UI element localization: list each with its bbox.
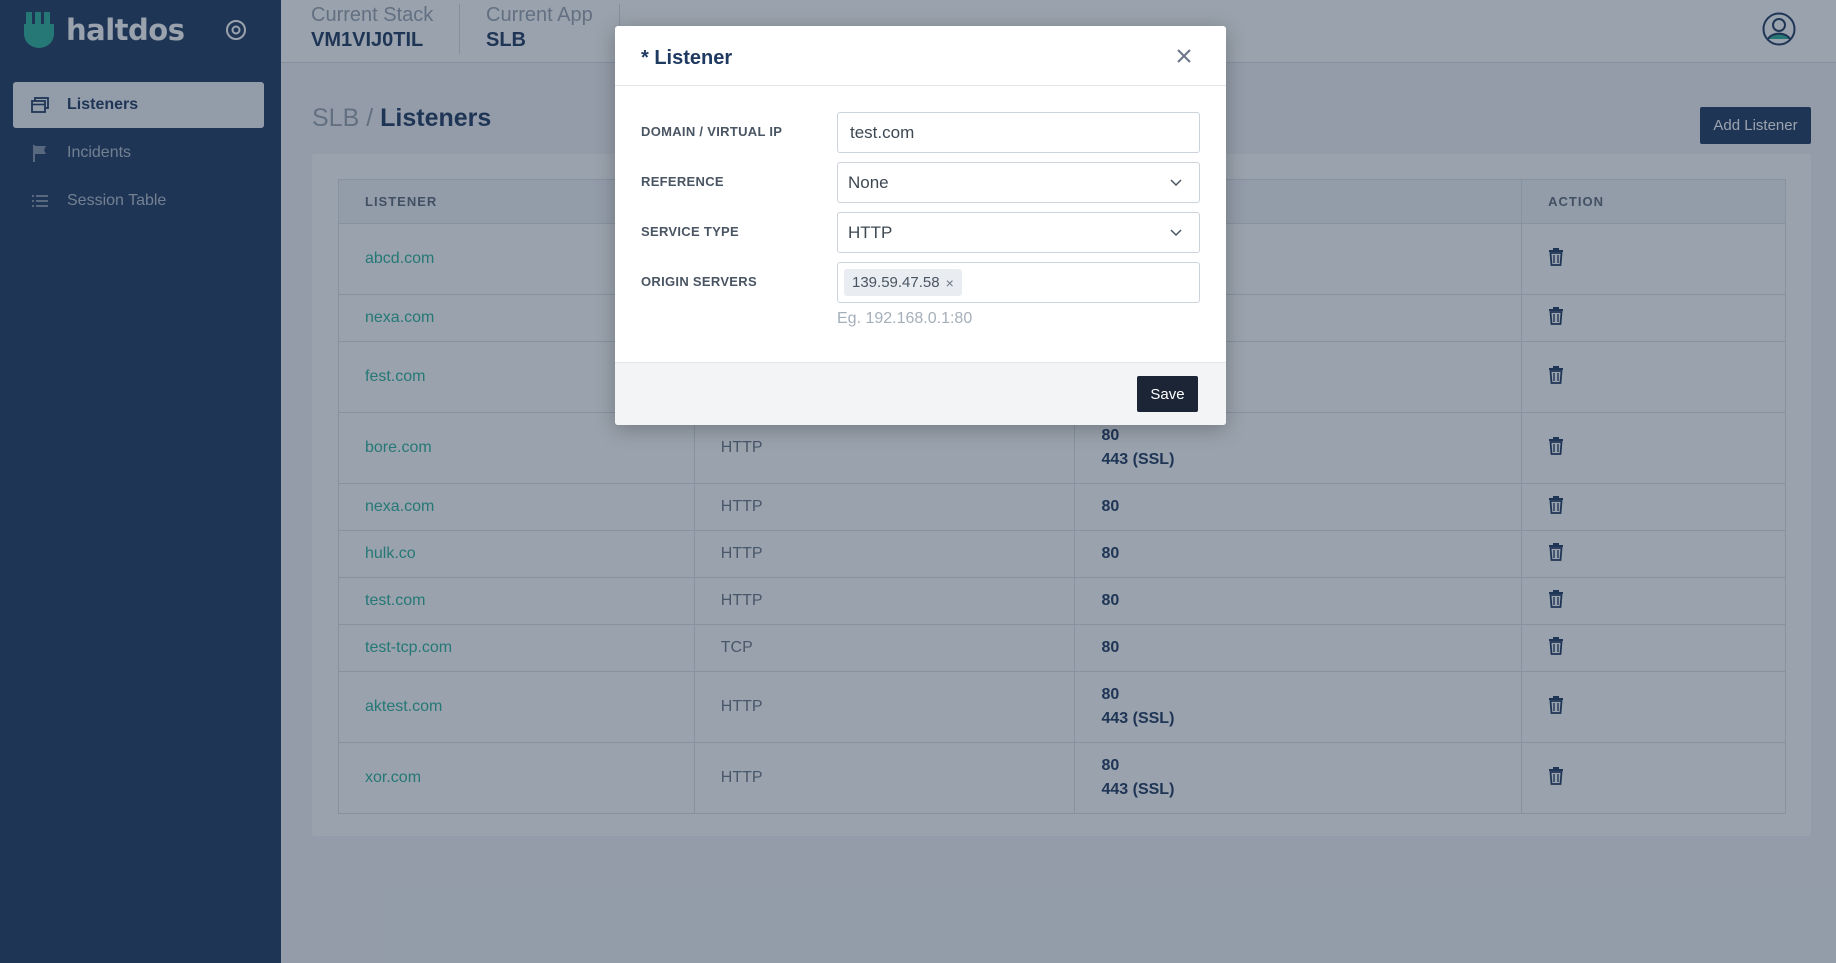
reference-select[interactable]: None [837, 162, 1200, 203]
chevron-down-icon [1170, 229, 1182, 237]
domain-input[interactable]: test.com [837, 112, 1200, 153]
reference-field-row: REFERENCE None [641, 162, 1200, 203]
service-type-select[interactable]: HTTP [837, 212, 1200, 253]
service-type-field-row: SERVICE TYPE HTTP [641, 212, 1200, 253]
origin-server-tag: 139.59.47.58 × [844, 269, 962, 296]
service-type-select-value: HTTP [848, 222, 893, 242]
service-type-label: SERVICE TYPE [641, 224, 740, 239]
origin-servers-hint: Eg. 192.168.0.1:80 [837, 310, 973, 327]
domain-label: DOMAIN / VIRTUAL IP [641, 124, 783, 139]
modal-footer: Save [615, 362, 1226, 425]
origin-servers-label: ORIGIN SERVERS [641, 274, 757, 289]
modal-header: * Listener [615, 26, 1226, 86]
domain-input-value: test.com [850, 122, 915, 142]
close-icon[interactable] [1176, 48, 1192, 64]
chevron-down-icon [1170, 179, 1182, 187]
remove-tag-icon[interactable]: × [946, 275, 954, 291]
reference-select-value: None [848, 172, 889, 192]
origin-server-tag-label: 139.59.47.58 [852, 274, 940, 291]
reference-label: REFERENCE [641, 174, 724, 189]
save-button[interactable]: Save [1137, 376, 1198, 412]
modal-title: * Listener [641, 47, 733, 69]
origin-servers-field-row: ORIGIN SERVERS 139.59.47.58 × Eg. 192.16… [641, 262, 1200, 327]
origin-servers-input[interactable]: 139.59.47.58 × [837, 262, 1200, 303]
listener-modal: * Listener DOMAIN / VIRTUAL IP test.com … [615, 26, 1226, 425]
domain-field-row: DOMAIN / VIRTUAL IP test.com [641, 112, 1200, 153]
